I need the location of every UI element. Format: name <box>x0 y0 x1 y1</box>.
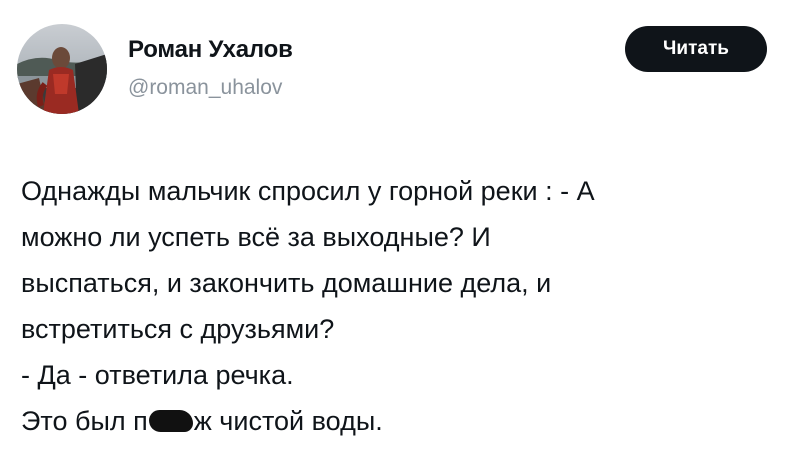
follow-button[interactable]: Читать <box>625 26 767 72</box>
tweet-text-last-line: Это был п ж чистой воды. <box>21 398 791 444</box>
avatar-photo <box>17 24 107 114</box>
tweet-text-fragment: Это был п <box>21 406 148 436</box>
tweet-text-fragment: ж чистой воды. <box>193 406 383 436</box>
avatar[interactable] <box>17 24 107 114</box>
author-name[interactable]: Роман Ухалов <box>128 36 293 64</box>
tweet-text-line: выспаться, и закончить домашние дела, и <box>21 268 552 298</box>
tweet-text-line: встретиться с друзьями? <box>21 314 335 344</box>
redaction-scribble <box>148 409 193 432</box>
tweet-text-line: - Да - ответила речка. <box>21 360 294 390</box>
author-handle[interactable]: @roman_uhalov <box>128 76 282 100</box>
tweet-text-line: Однажды мальчик спросил у горной реки : … <box>21 176 595 206</box>
tweet-card: Роман Ухалов @roman_uhalov Читать Однажд… <box>0 0 800 460</box>
tweet-text-line: можно ли успеть всё за выходные? И <box>21 222 491 252</box>
tweet-text: Однажды мальчик спросил у горной реки : … <box>21 168 791 444</box>
